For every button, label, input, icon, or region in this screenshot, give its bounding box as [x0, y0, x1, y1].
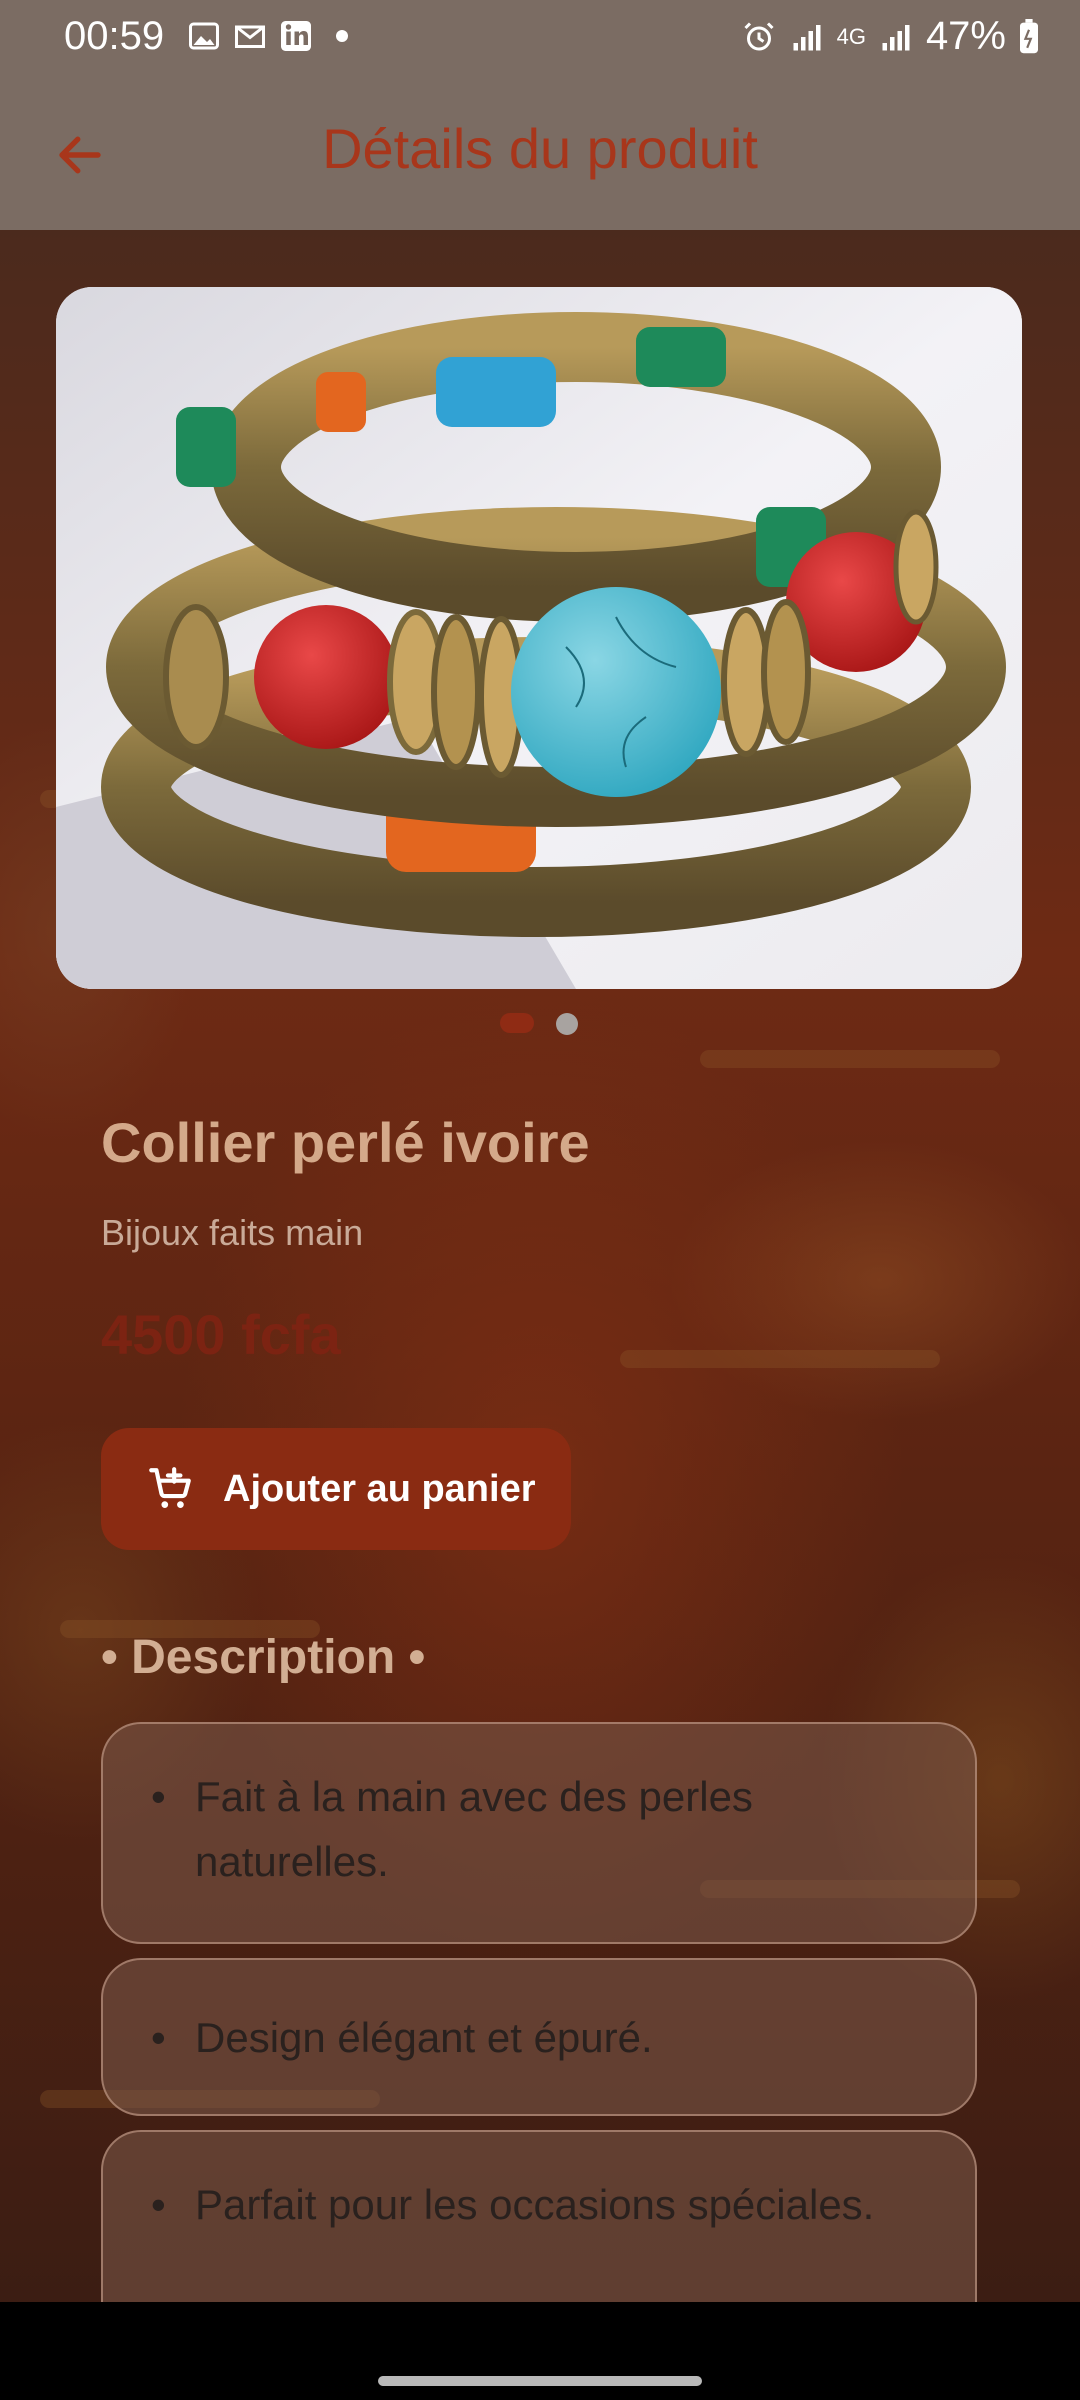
bullet: •	[151, 2181, 166, 2228]
gmail-icon	[235, 25, 265, 48]
product-price: 4500 fcfa	[101, 1303, 341, 1366]
gallery-icon	[189, 22, 219, 50]
product-category: Bijoux faits main	[101, 1212, 364, 1253]
description-text: Parfait pour les occasions spéciales.	[195, 2181, 875, 2228]
description-title: • Description •	[101, 1631, 426, 1684]
signal-icon	[793, 24, 821, 50]
linkedin-icon	[281, 21, 311, 51]
screen: 00:59 4G 47% Détails du produit Collier …	[0, 0, 1080, 2302]
product-photo	[56, 287, 1022, 989]
signal-icon-2	[882, 24, 910, 50]
status-time: 00:59	[64, 14, 165, 58]
bullet: •	[151, 2014, 166, 2061]
status-indicators: 4G 47%	[741, 14, 1040, 59]
description-item: • Parfait pour les occasions spéciales.	[101, 2130, 977, 2302]
add-to-cart-label: Ajouter au panier	[223, 1467, 536, 1510]
network-type: 4G	[836, 23, 866, 49]
bullet: •	[151, 1773, 166, 1820]
description-text: Design élégant et épuré.	[195, 2014, 653, 2061]
product-image-carousel[interactable]	[56, 287, 1022, 989]
notification-icons	[186, 18, 360, 54]
battery-percent: 47%	[925, 14, 1006, 58]
dot-icon	[336, 30, 348, 42]
description-text: Fait à la main avec des perles naturelle…	[195, 1773, 753, 1885]
description-item: • Design élégant et épuré.	[101, 1958, 977, 2116]
add-shopping-cart-icon	[149, 1467, 191, 1508]
battery-icon	[1020, 18, 1038, 53]
status-bar: 00:59 4G 47%	[0, 0, 1080, 80]
carousel-dot[interactable]	[556, 1013, 578, 1035]
system-navigation-bar	[0, 2302, 1080, 2400]
home-gesture-handle[interactable]	[378, 2376, 702, 2386]
description-item: • Fait à la main avec des perles naturel…	[101, 1722, 977, 1944]
page-title: Détails du produit	[322, 117, 758, 180]
product-name: Collier perlé ivoire	[101, 1111, 590, 1174]
carousel-dot-active[interactable]	[500, 1013, 534, 1033]
add-to-cart-button[interactable]: Ajouter au panier	[101, 1428, 571, 1550]
carousel-indicator	[0, 1010, 1080, 1035]
app-bar: Détails du produit	[0, 80, 1080, 230]
alarm-icon	[744, 21, 774, 50]
